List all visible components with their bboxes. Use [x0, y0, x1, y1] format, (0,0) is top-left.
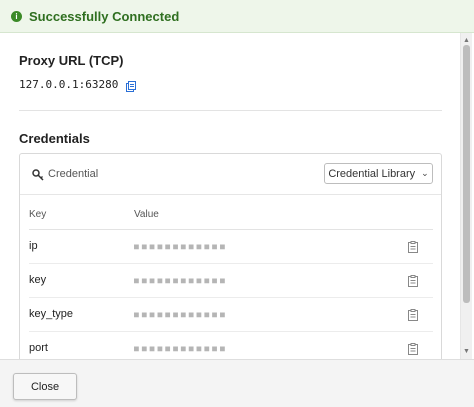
row-key: key	[29, 274, 47, 286]
copy-icon[interactable]	[408, 308, 418, 321]
column-header-value: Value	[134, 209, 159, 220]
table-row: ip ■■■■■■■■■■■■	[20, 230, 441, 264]
vertical-scrollbar[interactable]: ▲ ▼	[460, 33, 472, 359]
credentials-title: Credentials	[19, 131, 90, 146]
masked-value: ■■■■■■■■■■■■	[134, 310, 228, 319]
copy-icon[interactable]	[408, 274, 418, 287]
info-icon: i	[11, 10, 22, 22]
copy-icon[interactable]	[408, 342, 418, 355]
scroll-up-arrow-icon[interactable]: ▲	[463, 37, 470, 44]
close-button[interactable]: Close	[13, 373, 77, 400]
row-key: key_type	[29, 308, 74, 320]
proxy-url-title: Proxy URL (TCP)	[19, 53, 124, 68]
proxy-url-value: 127.0.0.1:63280	[19, 78, 119, 91]
masked-value: ■■■■■■■■■■■■	[134, 344, 228, 353]
credential-panel-header: Credential Credential Library ⌄	[20, 154, 441, 195]
dialog-footer: Close	[0, 359, 474, 407]
key-icon	[32, 168, 44, 181]
masked-value: ■■■■■■■■■■■■	[134, 276, 228, 285]
section-divider	[19, 110, 442, 111]
credential-panel: Credential Credential Library ⌄ Key Valu…	[19, 153, 442, 359]
credential-library-button[interactable]: Credential Library ⌄	[324, 163, 433, 184]
table-row: port ■■■■■■■■■■■■	[20, 332, 441, 359]
copy-icon[interactable]	[126, 79, 137, 92]
success-banner: i Successfully Connected	[0, 0, 474, 33]
row-key: ip	[29, 240, 38, 252]
row-key: port	[29, 342, 48, 354]
credential-library-label: Credential Library	[328, 167, 416, 180]
table-row: key_type ■■■■■■■■■■■■	[20, 298, 441, 332]
credential-label: Credential	[48, 168, 99, 180]
success-message: Successfully Connected	[29, 8, 180, 24]
chevron-down-icon: ⌄	[421, 168, 429, 178]
masked-value: ■■■■■■■■■■■■	[134, 242, 228, 251]
table-row: key ■■■■■■■■■■■■	[20, 264, 441, 298]
scrollbar-thumb[interactable]	[463, 45, 470, 303]
proxy-url-row: 127.0.0.1:63280	[19, 78, 137, 92]
column-header-key: Key	[29, 209, 47, 220]
copy-icon[interactable]	[408, 240, 418, 253]
scroll-down-arrow-icon[interactable]: ▼	[463, 348, 470, 355]
connection-dialog: Proxy URL (TCP) 127.0.0.1:63280 Credenti…	[0, 33, 474, 359]
